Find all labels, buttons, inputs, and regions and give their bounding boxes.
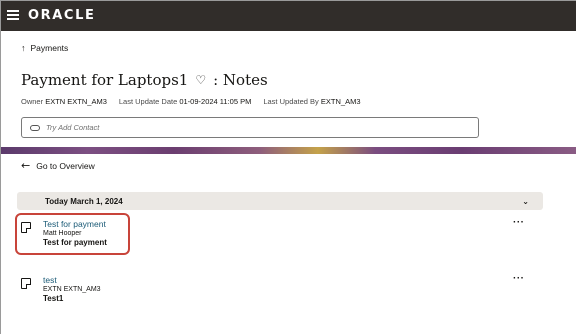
owner-value: EXTN EXTN_AM3 bbox=[45, 97, 107, 106]
page-title: Payment for Laptops1 ♡ : Notes bbox=[21, 71, 268, 89]
go-to-overview-label: Go to Overview bbox=[36, 160, 95, 171]
note-body: test EXTN EXTN_AM3 Test1 bbox=[43, 275, 101, 304]
date-group-header[interactable]: Today March 1, 2024 ⌄ bbox=[17, 192, 543, 210]
decorative-banner bbox=[1, 147, 576, 154]
owner-meta: Owner EXTN EXTN_AM3 bbox=[21, 97, 107, 106]
breadcrumb-label: Payments bbox=[30, 43, 69, 53]
updated-by-meta: Last Updated By EXTN_AM3 bbox=[263, 97, 360, 106]
last-update-meta: Last Update Date 01-09-2024 11:05 PM bbox=[119, 97, 251, 106]
more-actions-icon[interactable]: ··· bbox=[513, 217, 525, 228]
note-text: Test1 bbox=[43, 294, 64, 304]
note-author: EXTN EXTN_AM3 bbox=[43, 285, 101, 293]
page-title-text: Payment for Laptops1 bbox=[21, 71, 189, 89]
chevron-down-icon[interactable]: ⌄ bbox=[522, 197, 529, 206]
top-bar: ORACLE bbox=[1, 1, 576, 31]
go-to-overview-link[interactable]: ← Go to Overview bbox=[21, 159, 95, 172]
note-item: test EXTN EXTN_AM3 Test1 bbox=[21, 275, 101, 304]
favorite-heart-icon[interactable]: ♡ bbox=[195, 73, 206, 87]
add-contact-placeholder: Try Add Contact bbox=[46, 123, 100, 132]
note-title-link[interactable]: test bbox=[43, 275, 101, 286]
owner-label: Owner bbox=[21, 97, 44, 106]
arrow-left-icon: ← bbox=[21, 159, 31, 172]
updated-by-label: Last Updated By bbox=[263, 97, 319, 106]
contact-tag-icon bbox=[30, 124, 40, 131]
last-update-value: 01-09-2024 11:05 PM bbox=[179, 97, 252, 106]
arrow-up-icon: ↑ bbox=[21, 43, 26, 53]
oracle-logo[interactable]: ORACLE bbox=[28, 8, 95, 23]
note-icon bbox=[21, 278, 31, 289]
page-title-suffix: : Notes bbox=[213, 71, 268, 89]
record-meta: Owner EXTN EXTN_AM3 Last Update Date 01-… bbox=[21, 97, 361, 106]
date-group-label: Today March 1, 2024 bbox=[45, 196, 123, 206]
updated-by-value: EXTN_AM3 bbox=[320, 97, 361, 106]
highlight-box bbox=[15, 213, 130, 255]
breadcrumb-payments[interactable]: ↑ Payments bbox=[21, 43, 68, 53]
more-actions-icon[interactable]: ··· bbox=[513, 273, 525, 284]
hamburger-menu-icon[interactable] bbox=[7, 10, 19, 20]
add-contact-input[interactable]: Try Add Contact bbox=[21, 117, 479, 138]
last-update-label: Last Update Date bbox=[118, 97, 178, 106]
